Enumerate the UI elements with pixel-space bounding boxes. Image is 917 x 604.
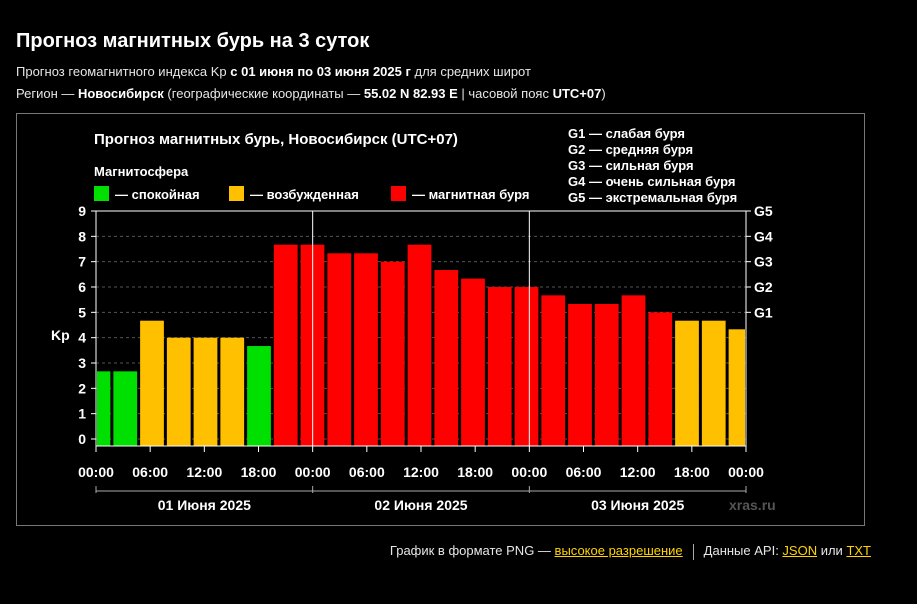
y-tick-label: 6 bbox=[78, 279, 86, 295]
region-tz-label: | часовой пояс bbox=[457, 86, 553, 101]
x-tick-label: 18:00 bbox=[674, 464, 710, 480]
kp-bar bbox=[541, 295, 566, 446]
kp-bar bbox=[140, 320, 164, 446]
g-tick-label: G1 bbox=[754, 304, 773, 320]
x-tick-label: 00:00 bbox=[295, 464, 331, 480]
g-tick-label: G2 bbox=[754, 279, 773, 295]
g-legend-item: G1 — слабая буря bbox=[568, 126, 685, 141]
forecast-subtitle: Прогноз геомагнитного индекса Kp с 01 ию… bbox=[16, 64, 531, 79]
kp-bar bbox=[247, 346, 271, 446]
region-city: Новосибирск bbox=[77, 86, 164, 101]
region-line: Регион — Новосибирск (географические коо… bbox=[16, 86, 606, 101]
kp-bar bbox=[621, 295, 646, 446]
footer-api-text: Данные API: bbox=[703, 543, 783, 558]
g-tick-label: G3 bbox=[754, 254, 773, 270]
chart-frame: Прогноз магнитных бурь, Новосибирск (UTC… bbox=[16, 113, 865, 526]
region-tz: UTC+07 bbox=[552, 86, 602, 101]
region-label: Регион — bbox=[16, 86, 78, 101]
kp-bar bbox=[220, 337, 245, 446]
kp-forecast-chart: Прогноз магнитных бурь, Новосибирск (UTC… bbox=[51, 126, 776, 513]
footer-png-text: График в формате PNG — bbox=[389, 543, 555, 558]
day-label: 02 Июня 2025 bbox=[374, 497, 467, 513]
kp-bar bbox=[273, 244, 298, 446]
x-tick-label: 06:00 bbox=[349, 464, 385, 480]
kp-bar bbox=[675, 320, 699, 446]
kp-bar bbox=[354, 253, 378, 446]
g-legend-item: G2 — средняя буря bbox=[568, 142, 693, 157]
region-coords-label: (географические координаты — bbox=[163, 86, 364, 101]
txt-link[interactable]: TXT bbox=[846, 543, 871, 558]
footer: График в формате PNG — высокое разрешени… bbox=[390, 543, 871, 560]
footer-or-text: или bbox=[817, 543, 847, 558]
kp-bar bbox=[728, 329, 745, 446]
legend-title: Магнитосфера bbox=[94, 164, 189, 179]
g-legend-item: G5 — экстремальная буря bbox=[568, 190, 737, 205]
legend-label: — магнитная буря bbox=[412, 187, 529, 202]
legend-swatch bbox=[94, 186, 109, 201]
kp-bar bbox=[461, 278, 485, 446]
kp-bar bbox=[701, 320, 726, 446]
watermark: xras.ru bbox=[729, 497, 776, 513]
g-tick-label: G5 bbox=[754, 203, 773, 219]
y-tick-label: 9 bbox=[78, 203, 86, 219]
x-tick-label: 00:00 bbox=[511, 464, 547, 480]
kp-bar bbox=[648, 312, 673, 446]
hi-res-link[interactable]: высокое разрешение bbox=[555, 543, 683, 558]
kp-bar bbox=[594, 303, 619, 446]
x-tick-label: 12:00 bbox=[620, 464, 656, 480]
day-label: 01 Июня 2025 bbox=[158, 497, 251, 513]
y-axis-label: Kp bbox=[51, 327, 70, 343]
kp-bar bbox=[193, 337, 218, 446]
kp-bar bbox=[327, 253, 352, 446]
x-tick-label: 00:00 bbox=[728, 464, 764, 480]
x-tick-label: 06:00 bbox=[566, 464, 602, 480]
region-close: ) bbox=[601, 86, 606, 101]
x-tick-label: 18:00 bbox=[457, 464, 493, 480]
kp-bar bbox=[487, 287, 512, 446]
day-label: 03 Июня 2025 bbox=[591, 497, 684, 513]
page-title: Прогноз магнитных бурь на 3 суток bbox=[16, 30, 370, 52]
y-tick-label: 7 bbox=[78, 254, 86, 270]
kp-bar bbox=[434, 270, 459, 446]
kp-bar bbox=[514, 287, 539, 446]
subtitle-latitude: для средних широт bbox=[410, 64, 531, 79]
json-link[interactable]: JSON bbox=[782, 543, 817, 558]
x-tick-label: 00:00 bbox=[78, 464, 114, 480]
y-tick-label: 4 bbox=[78, 330, 86, 346]
x-tick-label: 12:00 bbox=[186, 464, 222, 480]
kp-bar bbox=[407, 244, 432, 446]
legend-label: — спокойная bbox=[115, 187, 200, 202]
kp-bar bbox=[113, 371, 138, 446]
kp-bar bbox=[380, 261, 405, 446]
y-tick-label: 8 bbox=[78, 228, 86, 244]
x-tick-label: 12:00 bbox=[403, 464, 439, 480]
y-tick-label: 3 bbox=[78, 355, 86, 371]
y-tick-label: 0 bbox=[78, 431, 86, 447]
y-tick-label: 5 bbox=[78, 304, 86, 320]
region-coords: 55.02 N 82.93 E bbox=[363, 86, 458, 101]
footer-divider bbox=[692, 543, 694, 560]
y-tick-label: 1 bbox=[78, 406, 86, 422]
x-tick-label: 18:00 bbox=[241, 464, 277, 480]
kp-bar bbox=[568, 303, 592, 446]
kp-bar bbox=[166, 337, 191, 446]
subtitle-text: Прогноз геомагнитного индекса Kp bbox=[16, 64, 231, 79]
legend-label: — возбужденная bbox=[250, 187, 359, 202]
legend-swatch bbox=[391, 186, 406, 201]
kp-bar bbox=[97, 371, 111, 446]
y-tick-label: 2 bbox=[78, 380, 86, 396]
g-legend-item: G3 — сильная буря bbox=[568, 158, 694, 173]
chart-title: Прогноз магнитных бурь, Новосибирск (UTC… bbox=[94, 131, 458, 148]
legend-swatch bbox=[229, 186, 244, 201]
x-tick-label: 06:00 bbox=[132, 464, 168, 480]
g-legend-item: G4 — очень сильная буря bbox=[568, 174, 735, 189]
subtitle-dates: с 01 июня по 03 июня 2025 г bbox=[230, 64, 411, 79]
g-tick-label: G4 bbox=[754, 228, 773, 244]
